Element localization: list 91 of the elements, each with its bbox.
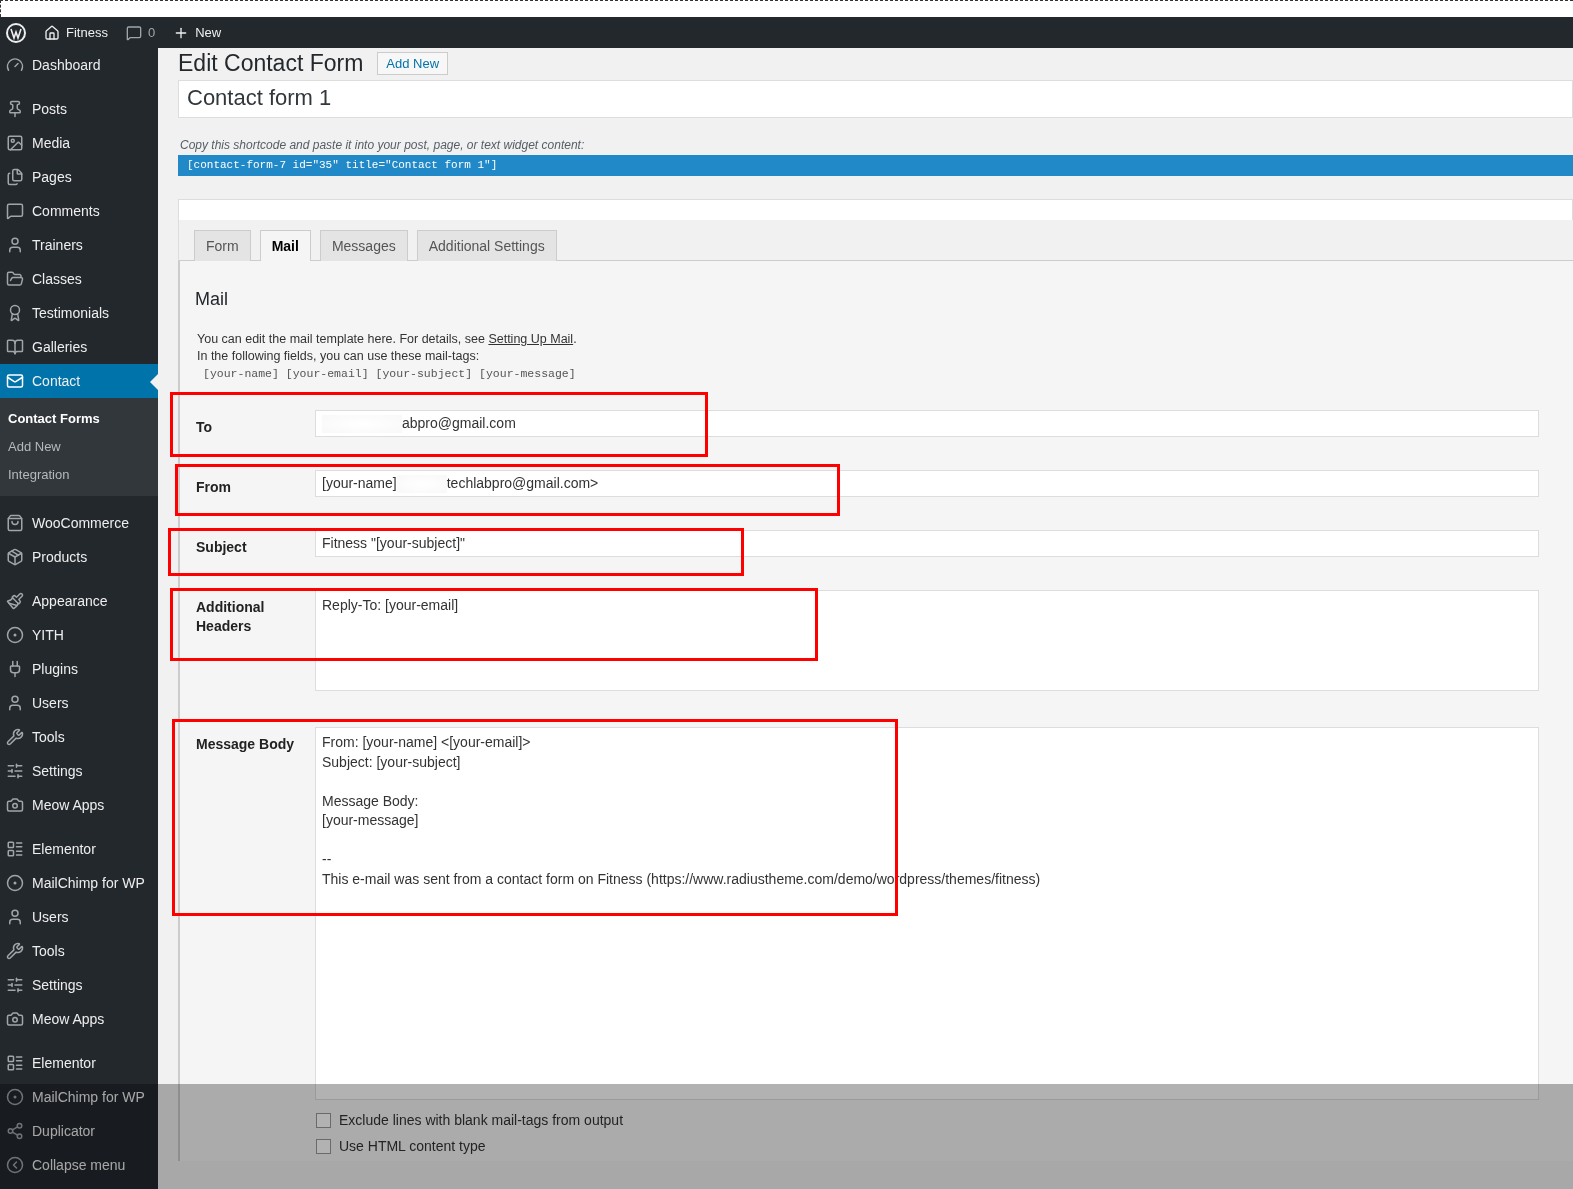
tab[interactable]: Additional Settings bbox=[416, 230, 557, 261]
camera-icon bbox=[6, 1010, 24, 1028]
sidebar-item[interactable]: WooCommerce bbox=[0, 506, 158, 540]
input-field[interactable]: abpro@gmail.com bbox=[315, 410, 1539, 437]
sidebar-item[interactable]: Collapse menu bbox=[0, 1148, 158, 1182]
tags-hint: In the following fields, you can use these mail-tags: bbox=[197, 349, 481, 363]
circle-icon bbox=[6, 874, 24, 892]
brush-icon bbox=[6, 592, 24, 610]
tab[interactable]: Form bbox=[194, 230, 251, 261]
sidebar-item[interactable]: Meow Apps bbox=[0, 1002, 158, 1036]
pin-icon bbox=[6, 100, 24, 118]
sidebar-item[interactable]: Galleries bbox=[0, 330, 158, 364]
input-field[interactable]: Reply-To: [your-email] bbox=[315, 590, 1539, 691]
person-icon bbox=[6, 694, 24, 712]
sidebar-item[interactable]: Plugins bbox=[0, 652, 158, 686]
intro-text: You can edit the mail template here. For details, see Setting Up Mail. bbox=[197, 332, 578, 346]
sidebar-item[interactable]: Users bbox=[0, 686, 158, 720]
add-new-button[interactable]: Add New bbox=[377, 51, 449, 75]
comment-count: 0 bbox=[147, 25, 156, 40]
comment-icon[interactable] bbox=[125, 24, 142, 41]
pages-icon bbox=[6, 168, 24, 186]
sidebar-item[interactable]: Media bbox=[0, 126, 158, 160]
tab[interactable]: Messages bbox=[319, 230, 408, 261]
sliders-icon bbox=[6, 762, 24, 780]
sidebar-item[interactable]: Dashboard bbox=[0, 48, 158, 82]
submenu-item[interactable]: Contact Forms bbox=[0, 404, 158, 432]
collapse-icon bbox=[6, 1156, 24, 1174]
circle-icon bbox=[6, 626, 24, 644]
share-icon bbox=[6, 1122, 24, 1140]
sidebar-item[interactable]: Elementor bbox=[0, 832, 158, 866]
sliders-icon bbox=[6, 976, 24, 994]
field-label: To bbox=[195, 418, 214, 437]
submenu-item[interactable]: Add New bbox=[0, 432, 158, 460]
submenu-item[interactable]: Integration bbox=[0, 460, 158, 488]
sidebar-item[interactable]: Duplicator bbox=[0, 1114, 158, 1148]
sidebar-item[interactable]: Settings bbox=[0, 754, 158, 788]
sidebar-item[interactable]: Trainers bbox=[0, 228, 158, 262]
sidebar-item[interactable]: Contact bbox=[0, 364, 158, 398]
sidebar-item[interactable]: Users bbox=[0, 900, 158, 934]
sidebar-item[interactable]: Comments bbox=[0, 194, 158, 228]
dashboard-icon bbox=[6, 56, 24, 74]
page-heading: Edit Contact Form bbox=[178, 49, 364, 77]
list-icon bbox=[6, 840, 24, 858]
sidebar-item[interactable]: MailChimp for WP bbox=[0, 1080, 158, 1114]
media-icon bbox=[6, 134, 24, 152]
wrench-icon bbox=[6, 942, 24, 960]
checkbox[interactable] bbox=[316, 1112, 331, 1128]
sidebar-item[interactable]: Settings bbox=[0, 968, 158, 1002]
input-field[interactable]: Fitness "[your-subject]" bbox=[315, 530, 1539, 557]
sidebar-item[interactable]: YITH bbox=[0, 618, 158, 652]
sidebar-item[interactable]: MailChimp for WP bbox=[0, 866, 158, 900]
sidebar-item[interactable]: Classes bbox=[0, 262, 158, 296]
circle-icon bbox=[6, 1088, 24, 1106]
box-icon bbox=[6, 548, 24, 566]
sidebar-item[interactable]: Pages bbox=[0, 160, 158, 194]
field-label: Subject bbox=[195, 538, 248, 557]
shortcode-field[interactable]: [contact-form-7 id="35" title="Contact form 1"] bbox=[178, 155, 1573, 176]
person-icon bbox=[6, 908, 24, 926]
bag-icon bbox=[6, 514, 24, 532]
wrench-icon bbox=[6, 728, 24, 746]
camera-icon bbox=[6, 796, 24, 814]
sidebar-item[interactable]: Tools bbox=[0, 934, 158, 968]
shortcode-hint: Copy this shortcode and paste it into your post, page, or text widget content: bbox=[180, 138, 586, 152]
site-name-link[interactable]: Fitness bbox=[66, 25, 108, 40]
sidebar-item[interactable]: Products bbox=[0, 540, 158, 574]
sidebar-item[interactable]: Elementor bbox=[0, 1046, 158, 1080]
field-label: Message Body bbox=[195, 735, 296, 754]
wordpress-logo-icon[interactable] bbox=[6, 22, 26, 43]
book-icon bbox=[6, 338, 24, 356]
section-title: Mail bbox=[195, 289, 229, 310]
checkbox-option[interactable]: Exclude lines with blank mail-tags from output bbox=[316, 1112, 1539, 1128]
input-field[interactable]: [your-name] techlabpro@gmail.com> bbox=[315, 470, 1539, 497]
folder-icon bbox=[6, 270, 24, 288]
title-field[interactable]: Contact form 1 bbox=[178, 80, 1573, 118]
new-link[interactable]: New bbox=[195, 25, 222, 40]
sidebar-item[interactable]: Testimonials bbox=[0, 296, 158, 330]
field-label: From bbox=[195, 478, 232, 497]
mail-tags: [your-name] [your-email] [your-subject] [your-message] bbox=[203, 367, 1539, 380]
checkbox-option[interactable]: Use HTML content type bbox=[316, 1138, 1539, 1154]
list-icon bbox=[6, 1054, 24, 1072]
tab[interactable]: Mail bbox=[259, 230, 311, 261]
checkbox[interactable] bbox=[316, 1138, 331, 1154]
mail-icon bbox=[6, 372, 24, 390]
sidebar-item[interactable]: Posts bbox=[0, 92, 158, 126]
sidebar-item[interactable]: Tools bbox=[0, 720, 158, 754]
sidebar-item[interactable]: Appearance bbox=[0, 584, 158, 618]
home-icon[interactable] bbox=[44, 24, 60, 41]
sidebar-item[interactable]: Meow Apps bbox=[0, 788, 158, 822]
field-label: Additional Headers bbox=[195, 598, 266, 636]
person-icon bbox=[6, 236, 24, 254]
comment-icon bbox=[6, 202, 24, 220]
